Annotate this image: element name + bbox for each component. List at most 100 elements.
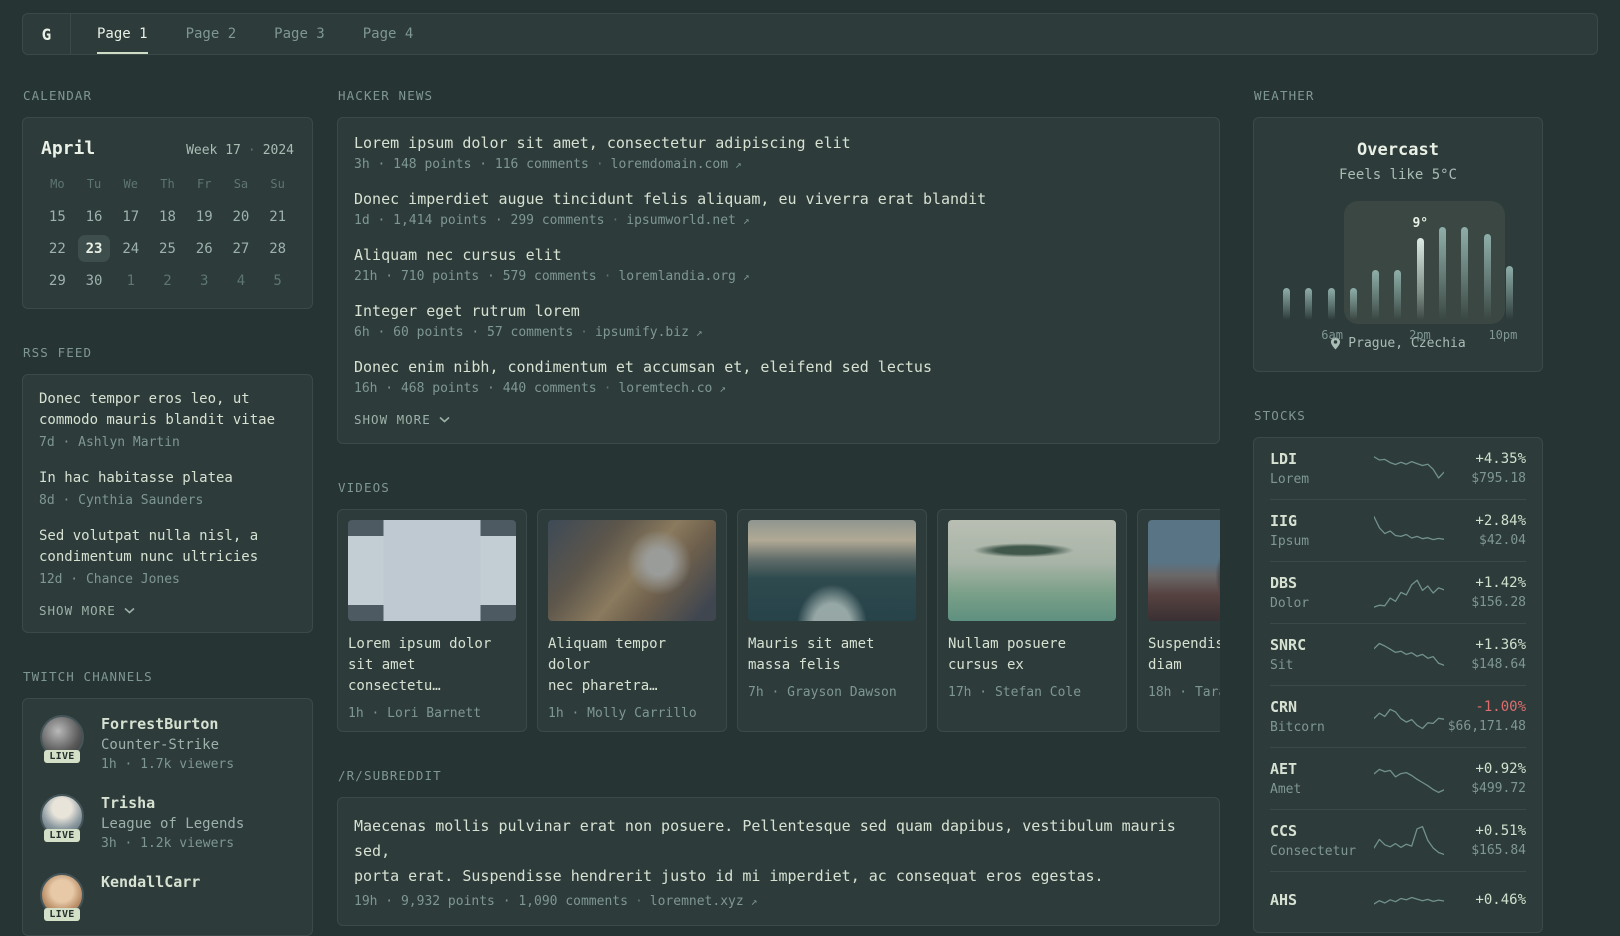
stock-change: +0.92%	[1475, 761, 1526, 777]
calendar-day-grid: 15 16 17 18 19 20 21 22 23 24 25 26 27 2…	[39, 203, 296, 294]
hacker-news-card: Lorem ipsum dolor sit amet, consectetur …	[337, 117, 1220, 444]
rss-item-meta: 8d · Cynthia Saunders	[39, 493, 204, 508]
video-thumbnail[interactable]	[948, 520, 1116, 621]
news-item-title[interactable]: Aliquam nec cursus elit	[354, 246, 1203, 264]
calendar-card: April Week 17 · 2024 Mo Tu We Th Fr Sa S…	[22, 117, 313, 309]
news-item-title[interactable]: Donec enim nibh, condimentum et accumsan…	[354, 358, 1203, 376]
video-title[interactable]: Aliquam tempor dolor nec pharetra…	[548, 634, 716, 697]
page-tab[interactable]: Page 2	[186, 14, 237, 54]
show-more-button[interactable]: SHOW MORE	[39, 603, 135, 618]
video-thumbnail[interactable]	[548, 520, 716, 621]
stock-symbol: CCS	[1270, 822, 1298, 840]
rss-item-title[interactable]: In hac habitasse platea	[39, 468, 296, 489]
twitch-channel-row[interactable]: LIVE ForrestBurton Counter-Strike 1h · 1…	[39, 715, 296, 772]
videos-scroller[interactable]: Lorem ipsum dolor sit amet consectetu… 1…	[337, 509, 1220, 732]
news-item-domain[interactable]: ipsumworld.net	[626, 213, 736, 228]
calendar-day: 18	[159, 208, 176, 225]
video-thumbnail[interactable]	[748, 520, 916, 621]
video-title[interactable]: Lorem ipsum dolor sit amet consectetu…	[348, 634, 516, 697]
stock-price: $148.64	[1471, 657, 1526, 672]
stock-row[interactable]: CCS Consectetur +0.51% $165.84	[1270, 809, 1526, 871]
channel-name[interactable]: ForrestBurton	[101, 715, 234, 733]
news-item: Lorem ipsum dolor sit amet, consectetur …	[354, 134, 1203, 172]
subreddit-widget: /R/SUBREDDIT Maecenas mollis pulvinar er…	[337, 768, 1220, 927]
stock-sparkline	[1374, 825, 1444, 855]
stock-symbol: DBS	[1270, 574, 1298, 592]
right-column: WEATHER Overcast Feels like 5°C 9° 6am 2…	[1253, 88, 1543, 933]
stock-change: +1.42%	[1475, 575, 1526, 591]
stock-row[interactable]: CRN Bitcorn -1.00% $66,171.48	[1270, 685, 1526, 747]
stock-symbol: SNRC	[1270, 636, 1307, 654]
external-link-icon: ↗	[742, 270, 750, 283]
stock-sparkline	[1374, 896, 1444, 905]
widget-title: STOCKS	[1254, 408, 1306, 423]
calendar-weekday: Th	[160, 177, 175, 191]
video-card[interactable]: Aliquam tempor dolor nec pharetra… 1h · …	[537, 509, 727, 732]
news-item-domain[interactable]: loremdomain.com	[611, 157, 728, 172]
stock-row[interactable]: AET Amet +0.92% $499.72	[1270, 747, 1526, 809]
video-card[interactable]: Nullam posuere cursus ex 17h · Stefan Co…	[937, 509, 1127, 732]
stock-sparkline	[1374, 515, 1444, 540]
video-card[interactable]: Lorem ipsum dolor sit amet consectetu… 1…	[337, 509, 527, 732]
page-tab[interactable]: Page 4	[363, 14, 414, 54]
twitch-channel-row[interactable]: LIVE Trisha League of Legends 3h · 1.2k …	[39, 794, 296, 851]
dashboard-columns: CALENDAR April Week 17 · 2024 Mo Tu We T…	[0, 55, 1620, 936]
news-item-domain[interactable]: loremlandia.org	[618, 269, 735, 284]
rss-item-title[interactable]: Sed volutpat nulla nisl, a condimentum n…	[39, 526, 296, 568]
video-thumbnail[interactable]	[348, 520, 516, 621]
calendar-day: 30	[85, 272, 103, 289]
video-title[interactable]: Nullam posuere cursus ex	[948, 634, 1116, 676]
live-badge: LIVE	[44, 750, 80, 763]
rss-card: Donec tempor eros leo, ut commodo mauris…	[22, 374, 313, 633]
video-thumbnail[interactable]	[1148, 520, 1220, 621]
page-tab[interactable]: Page 1	[97, 14, 148, 54]
calendar-day: 28	[269, 240, 287, 257]
channel-name[interactable]: Trisha	[101, 794, 244, 812]
news-item-domain[interactable]: ipsumify.biz	[595, 325, 689, 340]
video-title[interactable]: Mauris sit amet massa felis	[748, 634, 916, 676]
rss-item-title[interactable]: Donec tempor eros leo, ut commodo mauris…	[39, 389, 296, 431]
stock-sparkline	[1374, 768, 1444, 793]
video-card[interactable]: Suspendis diam 18h · Tara	[1137, 509, 1220, 732]
page-tab[interactable]: Page 3	[274, 14, 325, 54]
app-logo[interactable]: G	[23, 14, 71, 54]
external-link-icon: ↗	[735, 158, 742, 171]
stock-price: $66,171.48	[1447, 719, 1526, 734]
channel-meta: 3h · 1.2k viewers	[101, 836, 235, 851]
calendar-day: 17	[122, 208, 140, 225]
stock-sparkline	[1374, 455, 1444, 479]
calendar-day: 24	[122, 240, 140, 257]
video-card[interactable]: Mauris sit amet massa felis 7h · Grayson…	[737, 509, 927, 732]
video-meta: 18h · Tara	[1148, 685, 1220, 700]
stock-row[interactable]: IIG Ipsum +2.84% $42.04	[1270, 499, 1526, 561]
reddit-post-title[interactable]: Maecenas mollis pulvinar erat non posuer…	[354, 814, 1203, 888]
stock-row[interactable]: DBS Dolor +1.42% $156.28	[1270, 561, 1526, 623]
widget-title: HACKER NEWS	[338, 88, 434, 103]
stock-symbol: LDI	[1270, 450, 1298, 468]
weather-hour-bar	[1461, 227, 1469, 320]
stock-price: $156.28	[1471, 595, 1526, 610]
calendar-day: 2	[163, 272, 172, 289]
stock-symbol: AET	[1270, 760, 1298, 778]
hacker-news-widget: HACKER NEWS Lorem ipsum dolor sit amet, …	[337, 88, 1220, 444]
twitch-widget: TWITCH CHANNELS LIVE ForrestBurton Count…	[22, 669, 313, 936]
news-item-domain[interactable]: loremtech.co	[618, 381, 712, 396]
news-item: Aliquam nec cursus elit 21h · 710 points…	[354, 246, 1203, 284]
stock-change: +4.35%	[1475, 451, 1526, 467]
twitch-channel-row[interactable]: LIVE KendallCarr	[39, 873, 296, 921]
reddit-post-domain[interactable]: loremnet.xyz	[650, 894, 744, 909]
stock-sparkline	[1374, 642, 1444, 666]
video-meta: 17h · Stefan Cole	[948, 685, 1082, 700]
show-more-button[interactable]: SHOW MORE	[354, 412, 450, 427]
news-item-title[interactable]: Lorem ipsum dolor sit amet, consectetur …	[354, 134, 1203, 152]
weather-hour-bar	[1505, 266, 1513, 320]
channel-name[interactable]: KendallCarr	[101, 873, 200, 891]
stock-row[interactable]: LDI Lorem +4.35% $795.18	[1270, 438, 1526, 499]
news-item-title[interactable]: Donec imperdiet augue tincidunt felis al…	[354, 190, 1203, 208]
stock-row[interactable]: AHS +0.46%	[1270, 871, 1526, 932]
calendar-day: 29	[48, 272, 66, 289]
stock-name: Sit	[1270, 658, 1294, 673]
news-item-title[interactable]: Integer eget rutrum lorem	[354, 302, 1203, 320]
stock-row[interactable]: SNRC Sit +1.36% $148.64	[1270, 623, 1526, 685]
video-title[interactable]: Suspendis diam	[1148, 634, 1220, 676]
